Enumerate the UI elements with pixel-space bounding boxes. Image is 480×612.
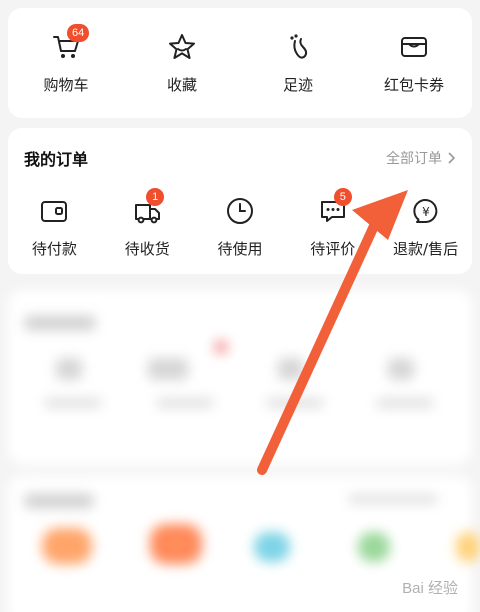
blurred-content bbox=[0, 284, 480, 612]
watermark: Bai 经验 bbox=[402, 580, 458, 597]
refund-label: 退款/售后 bbox=[393, 240, 459, 258]
refund-button[interactable]: ¥ 退款/售后 bbox=[379, 194, 472, 259]
pending-payment-button[interactable]: 待付款 bbox=[8, 194, 101, 259]
favorites-label: 收藏 bbox=[166, 76, 197, 94]
blurred-card bbox=[8, 290, 472, 464]
orders-title: 我的订单 bbox=[24, 150, 89, 169]
refund-icon: ¥ bbox=[409, 194, 443, 228]
cart-label: 购物车 bbox=[43, 76, 89, 94]
coupons-label: 红包卡券 bbox=[383, 76, 444, 94]
pending-review-label: 待评价 bbox=[310, 240, 356, 258]
star-icon bbox=[165, 30, 199, 64]
footprint-label: 足迹 bbox=[282, 76, 313, 94]
comment-icon: 5 bbox=[316, 188, 352, 228]
cart-button[interactable]: 64 购物车 bbox=[8, 24, 124, 95]
footprint-icon bbox=[281, 30, 315, 64]
truck-icon: 1 bbox=[130, 188, 165, 228]
clock-icon bbox=[223, 194, 257, 228]
pending-receipt-button[interactable]: 1 待收货 bbox=[101, 188, 194, 259]
view-all-orders-label: 全部订单 bbox=[386, 151, 442, 167]
view-all-orders-link[interactable]: 全部订单 bbox=[386, 148, 456, 168]
coupon-icon bbox=[397, 30, 431, 64]
coupons-button[interactable]: 红包卡券 bbox=[356, 30, 472, 95]
pending-use-button[interactable]: 待使用 bbox=[194, 194, 287, 259]
cart-icon: 64 bbox=[49, 24, 90, 64]
pending-receipt-label: 待收货 bbox=[124, 240, 170, 258]
pending-payment-label: 待付款 bbox=[31, 240, 77, 258]
footprint-button[interactable]: 足迹 bbox=[240, 30, 356, 95]
quick-actions-card: 64 购物车 收藏 足迹 红包卡券 bbox=[8, 8, 472, 118]
pending-review-badge: 5 bbox=[333, 188, 352, 206]
pending-use-label: 待使用 bbox=[217, 240, 263, 258]
my-orders-card: 我的订单 全部订单 待付款 1 待收货 待使用 5 待评价 ¥ 退款/售后 bbox=[8, 128, 472, 274]
cart-count-badge: 64 bbox=[67, 24, 90, 42]
pending-review-button[interactable]: 5 待评价 bbox=[286, 188, 379, 259]
wallet-icon bbox=[37, 194, 71, 228]
favorites-button[interactable]: 收藏 bbox=[124, 30, 240, 95]
svg-text:¥: ¥ bbox=[422, 205, 430, 219]
chevron-right-icon bbox=[448, 152, 456, 164]
